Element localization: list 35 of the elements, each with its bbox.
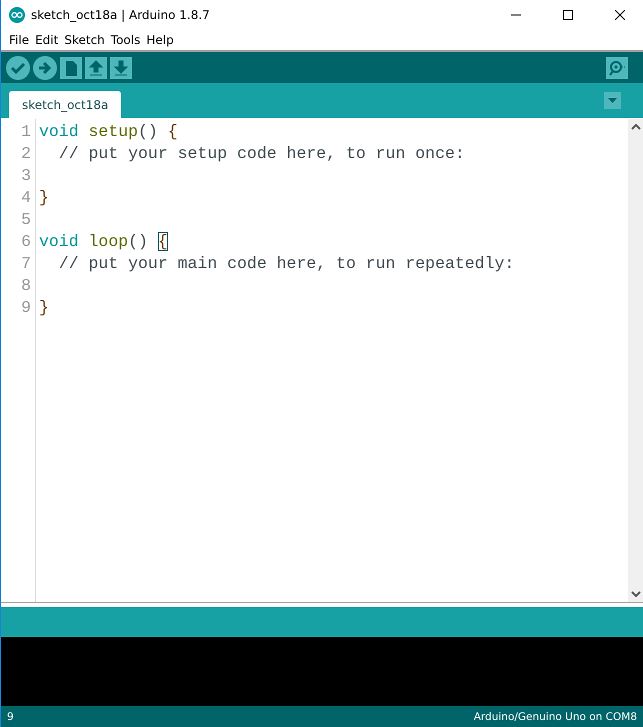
window-title: sketch_oct18a | Arduino 1.8.7 (31, 8, 210, 22)
line-number: 8 (20, 275, 32, 297)
line-number: 4 (20, 187, 32, 209)
line-number: 7 (20, 253, 32, 275)
document-icon[interactable] (60, 56, 82, 78)
line-indicator: 9 (7, 710, 14, 722)
check-icon[interactable] (6, 56, 30, 80)
code-line: } (39, 188, 49, 207)
code-line: // put your setup code here, to run once: (58, 144, 465, 163)
code-line: // put your main code here, to run repeatedly: (58, 254, 514, 273)
line-number: 9 (20, 297, 32, 319)
sketch-tab[interactable]: sketch_oct18a (9, 91, 122, 118)
line-number: 6 (20, 231, 32, 253)
code-line: void loop() { (39, 232, 168, 251)
line-number: 3 (20, 165, 32, 187)
arrow-up-icon[interactable] (85, 56, 107, 78)
arrow-right-icon[interactable] (33, 56, 57, 80)
board-info: Arduino/Genuino Uno on COM8 (474, 710, 637, 722)
maximize-icon (563, 10, 573, 20)
scroll-up-icon[interactable] (630, 123, 640, 131)
menu-item[interactable]: Help (143, 33, 177, 47)
arrow-down-icon[interactable] (110, 56, 132, 78)
code-line: } (39, 298, 49, 317)
app-logo-icon (9, 7, 25, 23)
close-icon (615, 10, 625, 20)
line-number: 2 (20, 143, 32, 165)
line-number: 1 (20, 121, 32, 143)
line-number: 5 (20, 209, 32, 231)
menu-item[interactable]: Tools (108, 33, 144, 47)
menu-item[interactable]: File (6, 33, 32, 47)
menu-item[interactable]: Edit (32, 33, 62, 47)
code-line: void setup() { (39, 122, 178, 141)
serial-monitor-icon[interactable] (606, 56, 628, 78)
menu-item[interactable]: Sketch (61, 33, 108, 47)
scroll-down-icon[interactable] (630, 590, 640, 598)
